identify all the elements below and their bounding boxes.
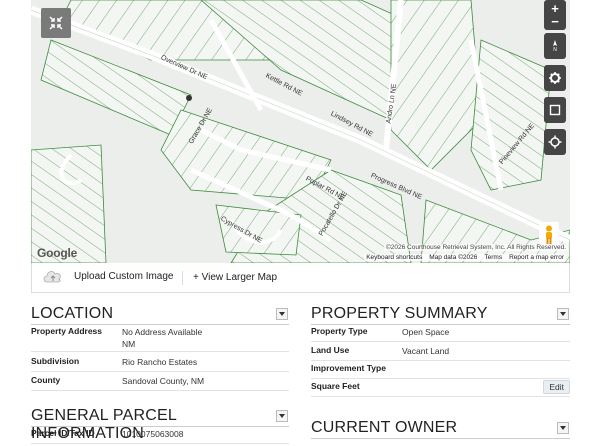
map-copyright: ©2026 Courthouse Retrieval System, Inc. … [383,244,568,251]
section-title: PROPERTY SUMMARY [311,305,488,322]
compass-icon: N [553,40,557,53]
collapse-arrows-icon [49,16,63,30]
compass-button[interactable]: N [544,33,566,59]
map-marker[interactable] [186,95,192,101]
map-footer: Keyboard shortcuts Map data ©2026 Terms … [364,254,566,261]
parcel-collapse-button[interactable] [276,410,288,422]
crosshair-icon [548,135,562,149]
locate-button[interactable] [544,129,566,155]
map-toolbar: Upload Custom Image + View Larger Map [31,263,570,293]
row-key: Property Address [31,326,103,336]
draw-shape-button[interactable] [544,97,566,123]
summary-row: Property Type Open Space [311,326,570,342]
svg-text:N: N [553,47,557,53]
upload-label: Upload Custom Image [74,270,174,282]
owner-collapse-button[interactable] [557,422,569,434]
upload-custom-image-button[interactable]: Upload Custom Image [42,268,174,284]
location-row: Property Address No Address Available NM [31,326,289,352]
parcel-info-section-header: GENERAL PARCEL INFORMATION [31,407,289,442]
row-key: Subdivision [31,356,80,366]
location-section-header: LOCATION [31,305,289,325]
pegman-icon [546,225,552,244]
property-summary-section-header: PROPERTY SUMMARY [311,305,570,325]
section-title: LOCATION [31,305,114,322]
keyboard-shortcuts-link[interactable]: Keyboard shortcuts [366,254,422,261]
row-key: Land Use [311,345,350,355]
location-row: Subdivision Rio Rancho Estates [31,356,289,372]
row-key: County [31,375,61,385]
address-line-1: No Address Available [122,327,203,337]
caret-down-icon [279,414,285,418]
caret-down-icon [560,312,566,316]
summary-row: Improvement Type [311,363,570,379]
row-value: 1010075063008 [122,429,184,439]
caret-down-icon [560,426,566,430]
location-collapse-button[interactable] [276,308,288,320]
zoom-control: + − [544,0,566,30]
gear-icon [549,72,561,84]
summary-row: Square Feet Edit [311,380,570,397]
summary-collapse-button[interactable] [557,308,569,320]
row-key: Improvement Type [311,363,386,373]
parcel-map[interactable]: Overview Dr NE Progress Blvd NE Kettle R… [31,0,570,263]
zoom-out-button[interactable]: − [551,15,559,28]
parcel-row: Parcel ID/Tax ID 1010075063008 [31,428,289,444]
location-row: County Sandoval County, NM [31,375,289,391]
row-key: Property Type [311,326,368,336]
address-line-2: NM [122,339,136,349]
fullscreen-toggle-button[interactable] [41,8,71,38]
view-larger-map-link[interactable]: + View Larger Map [182,271,277,285]
row-value: No Address Available NM [122,326,202,351]
row-value: Open Space [402,327,450,337]
map-data-text: Map data ©2026 [429,254,478,261]
row-value: Rio Rancho Estates [122,357,198,367]
google-logo: Google [37,246,78,260]
row-key: Parcel ID/Tax ID [31,428,95,438]
row-key: Square Feet [311,381,360,391]
section-title: CURRENT OWNER [311,419,458,436]
cloud-upload-icon [42,268,64,284]
map-canvas[interactable] [31,0,570,263]
square-icon [549,104,561,116]
terms-link[interactable]: Terms [484,254,502,261]
row-value: Sandoval County, NM [122,376,205,386]
report-map-error-link[interactable]: Report a map error [509,254,564,261]
row-value: Vacant Land [402,346,450,356]
settings-button[interactable] [544,65,566,91]
summary-row: Land Use Vacant Land [311,345,570,361]
current-owner-section-header: CURRENT OWNER [311,419,570,439]
square-feet-edit-button[interactable]: Edit [543,380,570,394]
caret-down-icon [279,312,285,316]
